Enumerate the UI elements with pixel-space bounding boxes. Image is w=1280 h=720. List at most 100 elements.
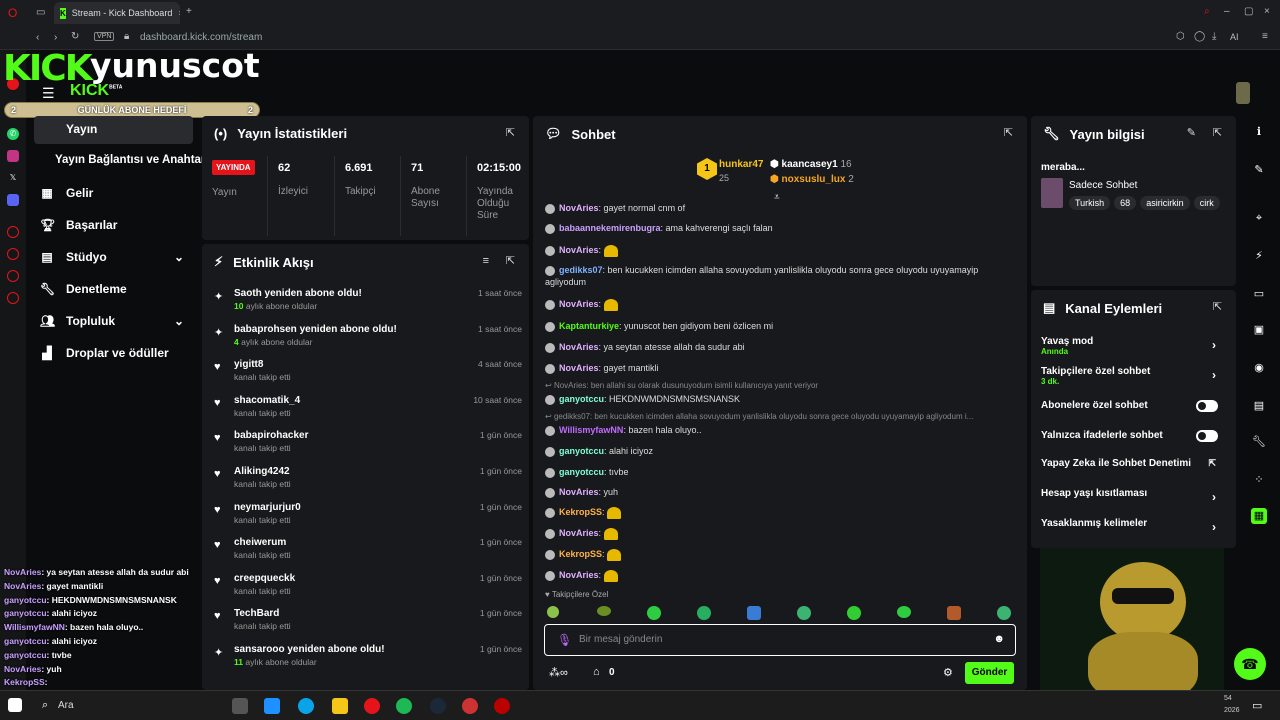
browser-tab[interactable]: K Stream - Kick Dashboard ×	[54, 2, 180, 24]
chat-username[interactable]: NovAries	[559, 299, 599, 309]
history-icon[interactable]	[7, 226, 19, 238]
tag[interactable]: cirk	[1193, 196, 1220, 210]
chat-username[interactable]: babaannekemirenbugra	[559, 223, 661, 233]
chat-message[interactable]: WillismyfawNN: bazen hala oluyo..	[545, 424, 1015, 436]
taskbar-search-icon[interactable]: ⌕	[42, 699, 48, 712]
activity-item[interactable]: ♥ Aliking4242 kanalı takip etti 1 gün önce	[212, 466, 522, 500]
popout-icon[interactable]: ⇱	[1213, 126, 1222, 139]
activity-item[interactable]: ♥ babapirohacker kanalı takip etti 1 gün ön…	[212, 430, 522, 464]
broadcast-icon[interactable]: ◉	[1251, 360, 1267, 376]
emote-icon[interactable]	[597, 606, 611, 616]
popout-icon[interactable]: ⇱	[1004, 126, 1013, 139]
url-field[interactable]: dashboard.kick.com/stream	[140, 32, 262, 43]
chat-username[interactable]: WillismyfawNN	[559, 425, 623, 435]
emote-icon[interactable]	[647, 606, 661, 620]
clock-time[interactable]: 54	[1224, 695, 1232, 702]
chat-username[interactable]: NovAries	[559, 528, 599, 538]
channel-action-item[interactable]: Abonelere özel sohbet	[1041, 400, 1226, 412]
emoji-icon[interactable]: ☻	[993, 633, 1005, 645]
mic-icon[interactable]: 🎙︎	[557, 633, 572, 647]
close-tab-icon[interactable]: ×	[178, 8, 180, 18]
opera-taskbar-icon[interactable]	[364, 698, 380, 714]
channel-action-item[interactable]: Yasaklanmış kelimeler ›	[1041, 518, 1226, 534]
chat-message[interactable]: ganyotccu: tıvbe	[545, 466, 1015, 478]
mail-icon[interactable]	[264, 698, 280, 714]
chat-username[interactable]: NovAries	[559, 203, 599, 213]
category-name[interactable]: Sadece Sohbet	[1069, 180, 1137, 191]
clipboard-icon[interactable]: ▭	[1251, 286, 1267, 302]
activity-item[interactable]: ♥ cheiwerum kanalı takip etti 1 gün önce	[212, 537, 522, 571]
chat-message[interactable]: ganyotccu: HEKDNWMDNSMNSMSNANSK	[545, 393, 1015, 405]
channel-action-item[interactable]: Yavaş mod Anında ›	[1041, 336, 1226, 356]
avatar[interactable]	[1236, 82, 1250, 104]
tag[interactable]: 68	[1114, 196, 1137, 210]
activity-item[interactable]: ✦ babaprohsen yeniden abone oldu! 4 aylık …	[212, 324, 522, 358]
notification-icon[interactable]: ▭	[1252, 699, 1262, 712]
emote-icon[interactable]	[947, 606, 961, 620]
emote-icon[interactable]	[847, 606, 861, 620]
chat-message[interactable]: NovAries:	[545, 569, 1015, 582]
chat-message[interactable]: NovAries: gayet mantikli	[545, 362, 1015, 374]
task-view-icon[interactable]	[232, 698, 248, 714]
media-icon[interactable]	[494, 698, 510, 714]
emote-icon[interactable]	[997, 606, 1011, 620]
activity-item[interactable]: ✦ sansarooo yeniden abone oldu! 11 aylık a…	[212, 644, 522, 678]
tag[interactable]: Turkish	[1069, 196, 1111, 210]
emote-icon[interactable]	[697, 606, 711, 620]
channel-action-item[interactable]: Yalnızca ifadelerle sohbet	[1041, 430, 1226, 442]
channel-action-item[interactable]: Hesap yaşı kısıtlaması ›	[1041, 488, 1226, 504]
activity-item[interactable]: ♥ shacomatik_4 kanalı takip etti 10 saat ön…	[212, 395, 522, 429]
chat-message[interactable]: Kaptanturkiye: yunuscot ben gidiyom beni…	[545, 320, 1015, 332]
chat-settings-icon[interactable]: ⚙	[943, 666, 953, 679]
minimize-icon[interactable]: –	[1224, 6, 1230, 17]
steam-icon[interactable]	[430, 698, 446, 714]
explorer-icon[interactable]	[332, 698, 348, 714]
support-chat-icon[interactable]: ☎	[1234, 648, 1266, 680]
chat-username[interactable]: ganyotccu	[559, 394, 604, 404]
chat-username[interactable]: NovAries	[559, 570, 599, 580]
nav-item-topluluk[interactable]: 👥︎ Topluluk ⌄	[40, 314, 184, 328]
chat-input-box[interactable]: 🎙︎ Bir mesaj gönderin ☻	[544, 624, 1016, 656]
maximize-icon[interactable]: ▢	[1244, 6, 1253, 17]
whatsapp-icon[interactable]: ✆	[7, 128, 19, 140]
clapper-icon[interactable]: ▦	[1251, 508, 1267, 524]
chat-message[interactable]: KekropSS:	[545, 506, 1015, 519]
nav-item-gelir[interactable]: ▦ Gelir	[40, 186, 93, 200]
reload-icon[interactable]: ↻	[71, 31, 79, 42]
tag[interactable]: asiricirkin	[1140, 196, 1190, 210]
x-icon[interactable]: 𝕏	[7, 172, 19, 184]
chat-message[interactable]: NovAries:	[545, 298, 1015, 311]
top-gifter-name[interactable]: ⬢ kaancasey1 16	[770, 159, 852, 170]
back-icon[interactable]: ‹	[36, 32, 39, 43]
activity-item[interactable]: ♥ yigitt8 kanalı takip etti 4 saat önce	[212, 359, 522, 393]
edge-icon[interactable]	[298, 698, 314, 714]
chat-message[interactable]: NovAries: gayet normal cnm of	[545, 202, 1015, 214]
chat-message[interactable]: babaannekemirenbugra: ama kahverengi saç…	[545, 222, 1015, 234]
wrench-icon[interactable]: 🔧︎	[1251, 434, 1267, 450]
points-icon[interactable]: ⌂	[593, 666, 600, 678]
nav-item-basarilar[interactable]: 🏆︎ Başarılar	[40, 218, 117, 232]
toggle-switch[interactable]	[1196, 400, 1218, 412]
chat-username[interactable]: gedikks07	[559, 265, 603, 275]
activity-item[interactable]: ♥ creepqueckk kanalı takip etti 1 gün önce	[212, 573, 522, 607]
hamburger-icon[interactable]: ☰	[42, 85, 55, 102]
extensions-icon[interactable]: ⬡	[1176, 31, 1185, 42]
chat-message[interactable]: NovAries:	[545, 244, 1015, 257]
app-icon[interactable]	[462, 698, 478, 714]
chat-username[interactable]: NovAries	[559, 363, 599, 373]
top-gifter-name[interactable]: ⬢ noxsuslu_lux 2	[770, 174, 854, 185]
emote-icon[interactable]	[897, 606, 911, 618]
download-icon[interactable]: ⤓	[1212, 31, 1216, 42]
personal-news-icon[interactable]	[7, 270, 19, 282]
discord-icon[interactable]	[7, 194, 19, 206]
taskbar-search[interactable]: Ara	[58, 700, 74, 711]
forward-icon[interactable]: ›	[54, 32, 57, 43]
chat-username[interactable]: NovAries	[559, 342, 599, 352]
search-icon[interactable]: ⌕	[1204, 6, 1210, 17]
chat-message[interactable]: ganyotccu: alahi iciyoz	[545, 445, 1015, 457]
edit-icon[interactable]: ✎	[1187, 126, 1196, 139]
category-thumbnail[interactable]	[1041, 178, 1063, 208]
activity-item[interactable]: ♥ neymarjurjur0 kanalı takip etti 1 gün önc…	[212, 502, 522, 536]
chat-icon[interactable]: ▣	[1251, 322, 1267, 338]
vpn-badge[interactable]: VPN	[94, 32, 115, 41]
